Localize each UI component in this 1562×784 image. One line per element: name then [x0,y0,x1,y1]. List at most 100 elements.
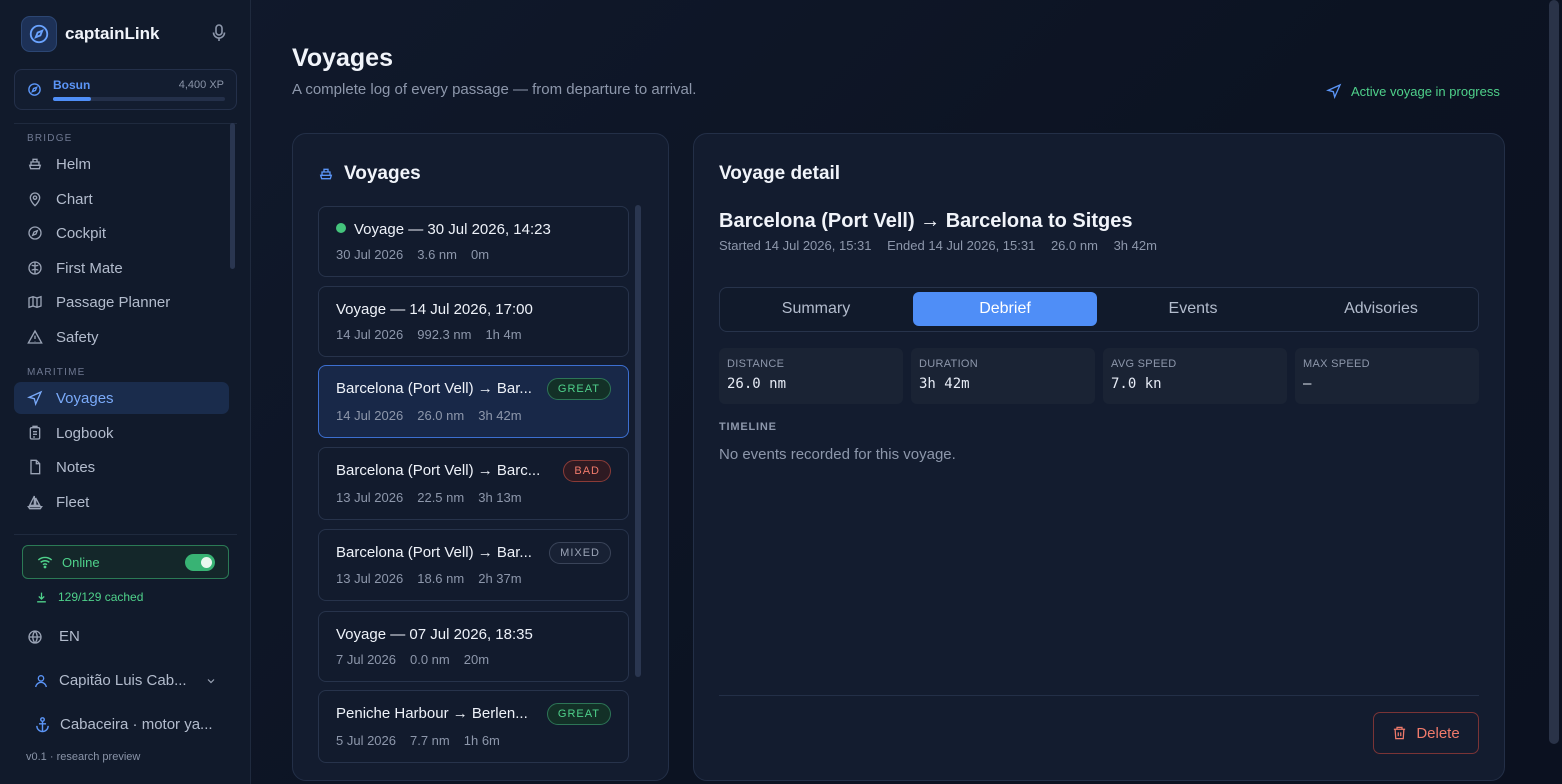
voyage-distance: 992.3 nm [417,327,472,342]
rating-badge: GREAT [546,378,611,400]
voyage-card[interactable]: Peniche Harbour → Berlen... GREAT 5 Jul … [318,690,629,763]
voyage-duration: 3h 42m [478,408,522,423]
voyage-card[interactable]: Barcelona (Port Vell) → Bar... MIXED 13 … [318,529,629,601]
voyage-duration: 1h 4m [485,327,522,342]
voyage-list-scrollbar[interactable] [635,205,641,677]
stat-value: 7.0 kn [1111,376,1162,392]
language-label: EN [59,628,80,645]
active-voyage-label: Active voyage in progress [1351,83,1500,99]
rating-badge: BAD [563,460,611,482]
sidebar-scrollbar[interactable] [230,123,235,269]
sidebar-item-voyages[interactable]: Voyages [14,382,229,414]
sidebar-item-chart[interactable]: Chart [14,183,229,215]
sidebar-item-safety[interactable]: Safety [14,321,229,353]
download-icon [35,591,48,604]
voyage-list[interactable]: Voyage — 30 Jul 2026, 14:23 30 Jul 2026 3… [318,206,630,782]
ship-wheel-icon [27,156,43,172]
voyage-duration: 20m [463,652,490,667]
section-label-maritime: MARITIME [27,367,86,378]
language-selector[interactable]: EN [27,628,80,645]
microphone-icon[interactable] [212,24,228,42]
voyage-card-title: Barcelona (Port Vell) → Barc... [336,462,541,479]
vessel-selector[interactable]: Cabaceira · motor ya... [34,716,213,733]
voyage-detail-header: Voyage detail [719,163,841,184]
page-scrollbar[interactable] [1549,0,1559,744]
sidebar-item-helm[interactable]: Helm [14,148,229,180]
rating-badge: GREAT [546,703,611,725]
online-toggle-row[interactable]: Online [22,545,229,579]
chevron-down-icon [205,675,217,687]
tab-advisories[interactable]: Advisories [1289,292,1473,326]
sidebar-item-logbook[interactable]: Logbook [14,417,229,449]
clipboard-icon [27,425,43,441]
divider [14,123,237,124]
timeline-empty-message: No events recorded for this voyage. [719,446,956,463]
voyage-date: 30 Jul 2026 [336,247,404,262]
sidebar-item-passage-planner[interactable]: Passage Planner [14,286,229,318]
anchor-icon [34,716,51,733]
delete-button[interactable]: Delete [1373,712,1479,754]
voyage-card-title: Barcelona (Port Vell) → Bar... [336,544,532,561]
voyage-distance: 26.0 nm [1050,238,1098,253]
voyage-duration: 1h 6m [463,733,500,748]
voyage-duration: 0m [470,247,490,262]
stat-duration: DURATION 3h 42m [911,348,1095,404]
voyage-card-meta: 30 Jul 2026 3.6 nm 0m [336,247,503,262]
voyage-date: 13 Jul 2026 [336,490,404,505]
voyage-card[interactable]: Voyage — 14 Jul 2026, 17:00 14 Jul 2026 9… [318,286,629,357]
voyage-card[interactable]: Barcelona (Port Vell) → Barc... BAD 13 J… [318,447,629,520]
tab-debrief[interactable]: Debrief [913,292,1097,326]
page-subtitle: A complete log of every passage — from d… [292,81,697,98]
voyage-card-meta: 7 Jul 2026 0.0 nm 20m [336,652,503,667]
online-toggle[interactable] [185,554,215,571]
app-name: captainLink [65,24,160,43]
stat-label: DISTANCE [727,358,785,370]
divider [719,695,1479,696]
sidebar-item-fleet[interactable]: Fleet [14,486,229,518]
cache-status: 129/129 cached [35,590,143,604]
voyage-date: 13 Jul 2026 [336,571,404,586]
sidebar-item-label: Passage Planner [56,293,171,311]
rank-card[interactable]: Bosun 4,400 XP [14,69,237,110]
sidebar-item-first-mate[interactable]: First Mate [14,252,229,284]
version-label: v0.1 · research preview [26,751,141,763]
sidebar: captainLink Bosun 4,400 XP BRIDGE Helm C… [0,0,251,784]
voyage-distance: 18.6 nm [417,571,465,586]
navigation-icon [27,390,43,406]
stat-max-speed: MAX SPEED — [1295,348,1479,404]
rank-progress-fill [53,97,91,101]
sidebar-item-cockpit[interactable]: Cockpit [14,217,229,249]
sidebar-item-notes[interactable]: Notes [14,451,229,483]
stat-label: DURATION [919,358,979,370]
voyage-list-title: Voyages [318,163,421,185]
voyage-ended: Ended 14 Jul 2026, 15:31 [887,238,1036,253]
tab-summary[interactable]: Summary [724,292,908,326]
voyage-card[interactable]: Voyage — 07 Jul 2026, 18:35 7 Jul 2026 0.… [318,611,629,682]
voyage-card-title: Peniche Harbour → Berlen... [336,705,528,722]
voyage-distance: 7.7 nm [410,733,450,748]
voyage-card-meta: 5 Jul 2026 7.7 nm 1h 6m [336,733,514,748]
voyage-card-selected[interactable]: Barcelona (Port Vell) → Bar... GREAT 14 … [318,365,629,438]
user-menu[interactable]: Capitão Luis Cab... [33,672,217,689]
globe-icon [27,629,43,645]
active-voyage-status[interactable]: Active voyage in progress [1326,83,1500,99]
navigation-icon [1326,83,1342,99]
rank-progress-bar [53,97,225,101]
stat-avg-speed: AVG SPEED 7.0 kn [1103,348,1287,404]
voyage-detail-panel: Voyage detail Barcelona (Port Vell) → Ba… [693,133,1505,781]
stat-value: 26.0 nm [727,376,787,392]
tab-events[interactable]: Events [1101,292,1285,326]
voyage-card-title: Voyage — 30 Jul 2026, 14:23 [336,221,616,238]
user-icon [33,673,49,689]
sidebar-item-label: Safety [56,328,99,346]
user-name: Capitão Luis Cab... [59,672,187,689]
voyage-card[interactable]: Voyage — 30 Jul 2026, 14:23 30 Jul 2026 3… [318,206,629,277]
voyage-list-title-label: Voyages [344,163,421,184]
compass-icon [27,82,42,102]
ship-icon [318,166,334,182]
sidebar-item-label: Chart [56,190,93,208]
brand[interactable]: captainLink [21,16,159,52]
trash-icon [1392,725,1407,741]
stat-value: — [1303,376,1312,392]
voyage-card-title: Voyage — 07 Jul 2026, 18:35 [336,626,533,643]
